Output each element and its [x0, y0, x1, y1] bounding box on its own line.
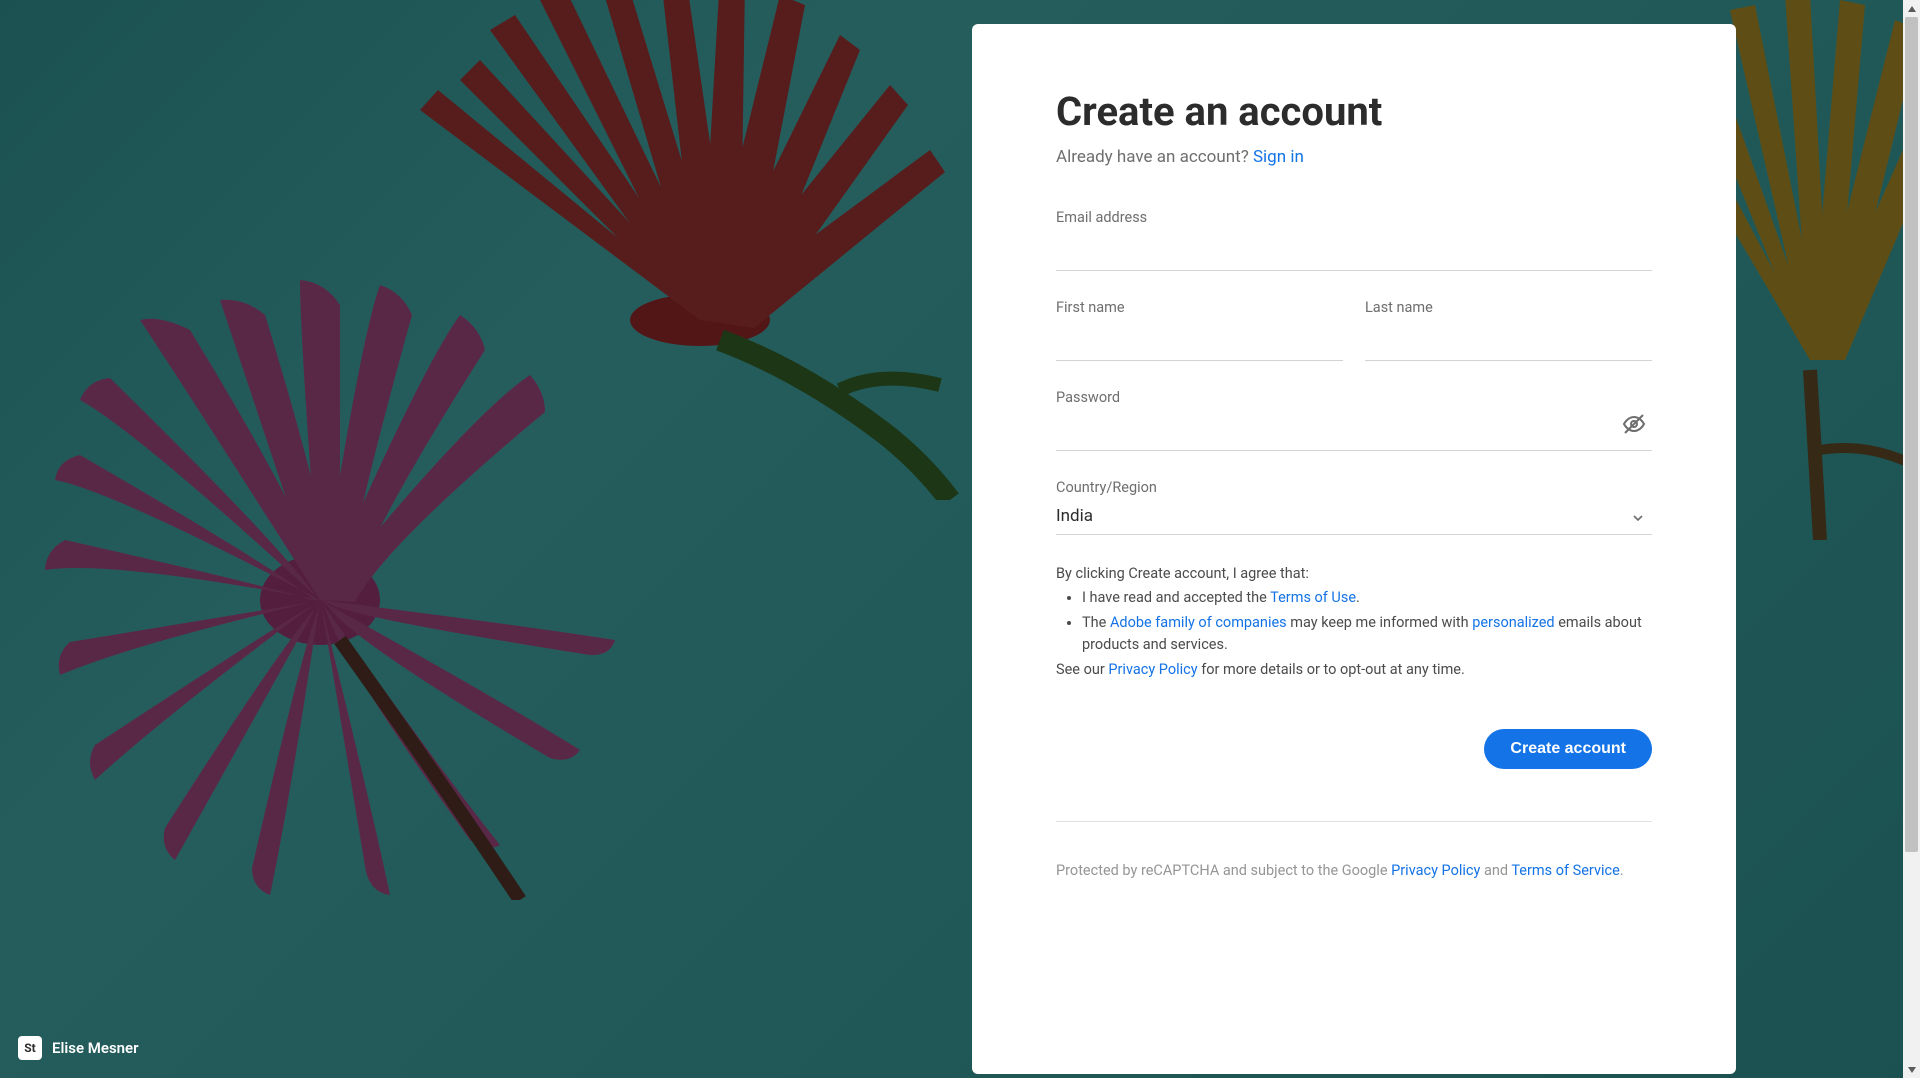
page-title: Create an account: [1056, 88, 1652, 135]
signin-prompt: Already have an account? Sign in: [1056, 147, 1652, 167]
create-account-button[interactable]: Create account: [1484, 729, 1652, 769]
signin-prompt-text: Already have an account?: [1056, 147, 1253, 167]
toggle-password-visibility-icon[interactable]: [1622, 412, 1646, 436]
legal-text: By clicking Create account, I agree that…: [1056, 563, 1652, 681]
country-field-group: Country/Region India: [1056, 479, 1652, 535]
first-name-field-group: First name: [1056, 299, 1343, 361]
legal-item-emails: The Adobe family of companies may keep m…: [1082, 612, 1652, 657]
first-name-label: First name: [1056, 299, 1343, 316]
password-input[interactable]: [1056, 416, 1652, 451]
legal-privacy-line: See our Privacy Policy for more details …: [1056, 659, 1652, 681]
country-selected-value: India: [1056, 506, 1652, 535]
adobe-family-link[interactable]: Adobe family of companies: [1110, 614, 1287, 631]
password-label: Password: [1056, 389, 1652, 406]
divider: [1056, 821, 1652, 822]
google-privacy-link[interactable]: Privacy Policy: [1391, 862, 1480, 879]
signup-card: Create an account Already have an accoun…: [972, 24, 1736, 1074]
password-field-group: Password: [1056, 389, 1652, 451]
terms-of-use-link[interactable]: Terms of Use: [1270, 589, 1356, 606]
photo-credit-name: Elise Mesner: [52, 1039, 139, 1057]
email-label: Email address: [1056, 209, 1652, 226]
email-input[interactable]: [1056, 236, 1652, 271]
email-field-group: Email address: [1056, 209, 1652, 271]
legal-see-suffix: for more details or to opt-out at any ti…: [1198, 661, 1465, 678]
scrollbar-thumb[interactable]: [1905, 17, 1918, 852]
country-label: Country/Region: [1056, 479, 1652, 496]
last-name-field-group: Last name: [1365, 299, 1652, 361]
privacy-policy-link[interactable]: Privacy Policy: [1108, 661, 1197, 678]
vertical-scrollbar[interactable]: [1903, 0, 1920, 1078]
recaptcha-notice: Protected by reCAPTCHA and subject to th…: [1056, 860, 1652, 882]
legal-item2-prefix: The: [1082, 614, 1110, 631]
scroll-down-button[interactable]: [1903, 1061, 1920, 1078]
legal-see-prefix: See our: [1056, 661, 1108, 678]
first-name-input[interactable]: [1056, 326, 1343, 361]
scrollbar-track[interactable]: [1903, 17, 1920, 1061]
last-name-input[interactable]: [1365, 326, 1652, 361]
country-select[interactable]: India: [1056, 506, 1652, 535]
period: .: [1356, 589, 1360, 606]
scroll-up-button[interactable]: [1903, 0, 1920, 17]
last-name-label: Last name: [1365, 299, 1652, 316]
legal-intro: By clicking Create account, I agree that…: [1056, 563, 1652, 585]
legal-item-terms: I have read and accepted the Terms of Us…: [1082, 587, 1652, 609]
chevron-down-icon: [1630, 510, 1646, 530]
legal-item1-prefix: I have read and accepted the: [1082, 589, 1270, 606]
captcha-prefix: Protected by reCAPTCHA and subject to th…: [1056, 862, 1391, 879]
stock-badge-icon: St: [18, 1036, 42, 1060]
google-tos-link[interactable]: Terms of Service: [1511, 862, 1619, 879]
captcha-and: and: [1480, 862, 1511, 879]
signin-link[interactable]: Sign in: [1253, 147, 1304, 167]
legal-item2-mid: may keep me informed with: [1287, 614, 1473, 631]
photo-attribution: St Elise Mesner: [18, 1036, 139, 1060]
captcha-period: .: [1620, 862, 1624, 879]
personalized-link[interactable]: personalized: [1472, 614, 1554, 631]
